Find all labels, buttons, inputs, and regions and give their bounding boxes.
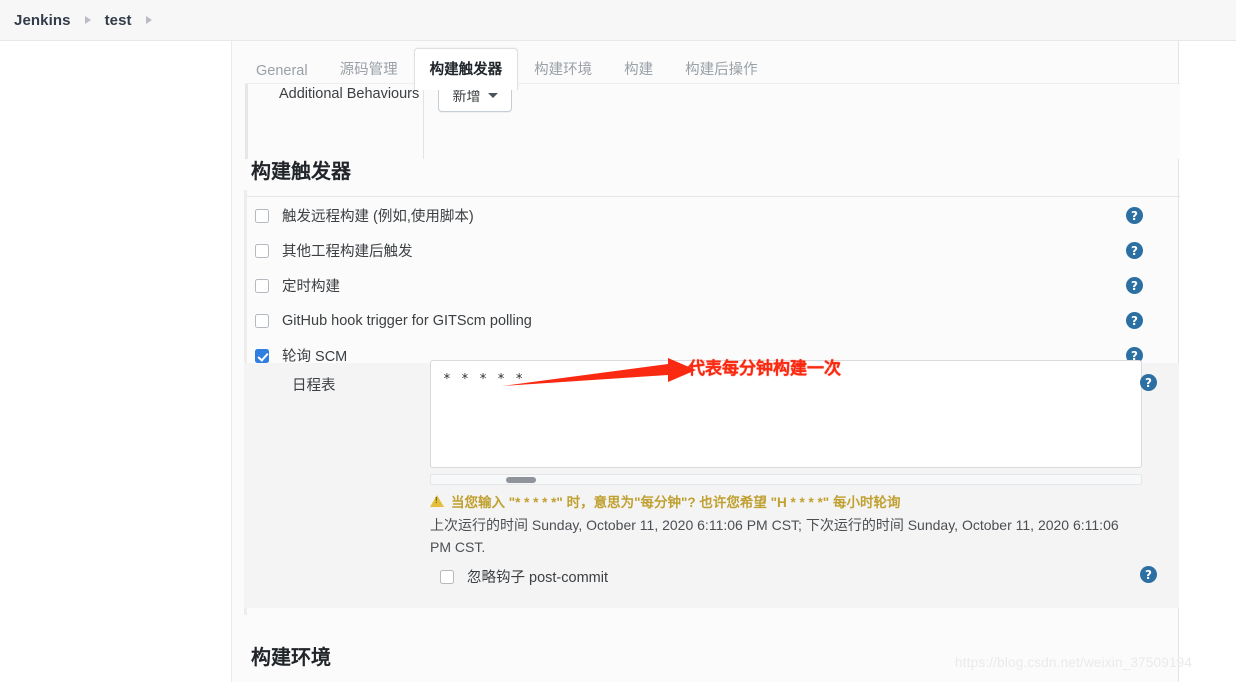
annotation-arrow-icon	[502, 358, 696, 386]
breadcrumb: Jenkins test	[0, 0, 1236, 41]
row-left-accent-bar	[245, 84, 248, 159]
checkbox-github-hook[interactable]	[255, 313, 269, 328]
help-icon[interactable]: ?	[1140, 566, 1157, 583]
chevron-right-icon	[84, 16, 91, 24]
warning-icon	[430, 495, 444, 507]
scrollbar-thumb[interactable]	[506, 477, 536, 483]
checkbox-remote-build[interactable]	[255, 208, 269, 223]
row-divider	[423, 84, 424, 159]
trigger-row-remote-build: 触发远程构建 (例如,使用脚本) ?	[255, 198, 1165, 233]
breadcrumb-item-test[interactable]: test	[105, 12, 132, 29]
help-icon[interactable]: ?	[1140, 374, 1157, 391]
schedule-warning: 当您输入 "* * * * *" 时，意思为"每分钟"? 也许您希望 "H * …	[430, 493, 1160, 513]
trigger-label-github-hook: GitHub hook trigger for GITScm polling	[282, 312, 532, 329]
trigger-label-after-other-projects: 其他工程构建后触发	[282, 244, 413, 260]
additional-behaviours-label: Additional Behaviours	[279, 86, 420, 102]
trigger-label-timer-build: 定时构建	[282, 279, 340, 295]
build-triggers-form: 触发远程构建 (例如,使用脚本) ? 其他工程构建后触发 ? 定时构建 ? Gi…	[231, 190, 1179, 620]
breadcrumb-item-jenkins[interactable]: Jenkins	[14, 12, 71, 29]
checkbox-poll-scm[interactable]	[255, 348, 269, 363]
help-icon[interactable]: ?	[1126, 242, 1143, 259]
checkbox-after-other-projects[interactable]	[255, 243, 269, 258]
trigger-row-github-hook: GitHub hook trigger for GITScm polling ?	[255, 303, 1165, 338]
ignore-post-commit-hooks-label: 忽略钩子 post-commit	[467, 570, 608, 586]
schedule-horizontal-scrollbar[interactable]	[430, 474, 1142, 485]
trigger-label-remote-build: 触发远程构建 (例如,使用脚本)	[282, 209, 474, 225]
schedule-label: 日程表	[292, 378, 336, 394]
help-icon[interactable]: ?	[1126, 312, 1143, 329]
jenkins-job-config-page: Jenkins test General 源码管理 构建触发器 构建环境 构建 …	[0, 0, 1236, 682]
chevron-down-icon	[487, 93, 498, 98]
additional-behaviours-row: Additional Behaviours 新增	[245, 83, 1180, 159]
chevron-right-icon	[145, 16, 152, 24]
annotation-text: 代表每分钟构建一次	[688, 359, 841, 378]
checkbox-ignore-post-commit-hooks[interactable]	[440, 569, 454, 584]
watermark: https://blog.csdn.net/weixin_37509194	[955, 655, 1193, 670]
schedule-block: 日程表 ? 当您输入 "* * * * *" 时，意思为"每分钟"? 也许您希望…	[244, 360, 1179, 608]
schedule-warning-text: 当您输入 "* * * * *" 时，意思为"每分钟"? 也许您希望 "H * …	[451, 495, 901, 510]
trigger-row-timer-build: 定时构建 ?	[255, 268, 1165, 303]
checkbox-timer-build[interactable]	[255, 278, 269, 293]
trigger-row-after-other-projects: 其他工程构建后触发 ?	[255, 233, 1165, 268]
schedule-run-times: 上次运行的时间 Sunday, October 11, 2020 6:11:06…	[430, 517, 1119, 555]
help-icon[interactable]: ?	[1126, 207, 1143, 224]
help-icon[interactable]: ?	[1126, 277, 1143, 294]
tab-build-triggers[interactable]: 构建触发器	[413, 48, 519, 90]
ignore-post-commit-hooks-row: 忽略钩子 post-commit	[440, 566, 608, 587]
